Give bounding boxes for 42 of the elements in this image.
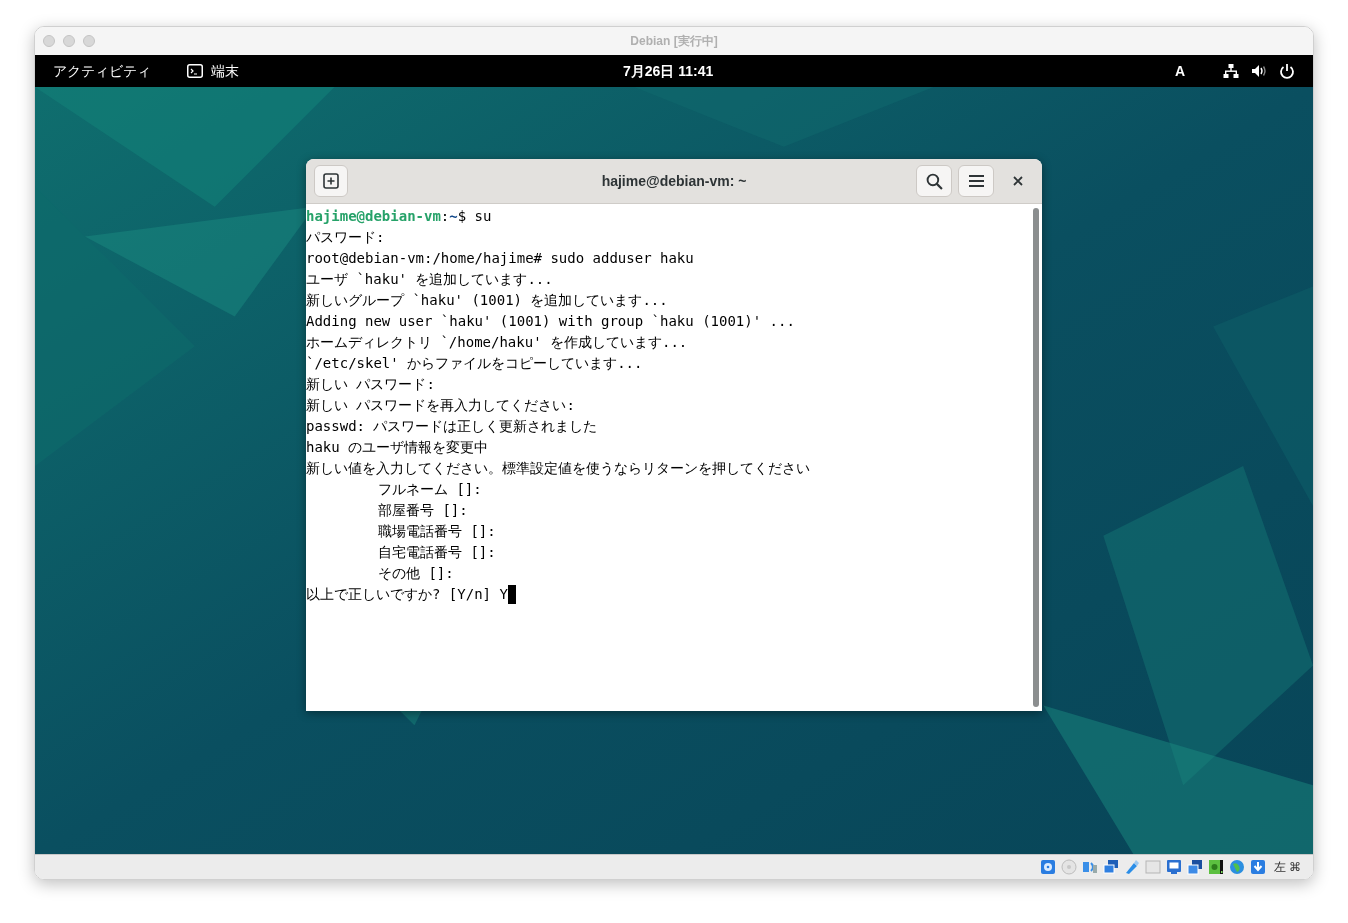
- download-icon[interactable]: [1249, 859, 1266, 875]
- menu-icon: [968, 175, 984, 187]
- search-icon: [925, 172, 943, 190]
- terminal-line: `/etc/skel' からファイルをコピーしています...: [306, 354, 644, 373]
- terminal-line: ホームディレクトリ `/home/haku' を作成しています...: [306, 333, 689, 352]
- terminal-line: パスワード:: [306, 228, 386, 247]
- power-icon[interactable]: [1279, 63, 1295, 79]
- prompt-line: hajime@debian-vm:~$ su: [306, 207, 493, 226]
- activities-button[interactable]: アクティビティ: [53, 60, 151, 82]
- clock[interactable]: 7月26日 11:41: [623, 60, 714, 82]
- terminal-line: ユーザ `haku' を追加しています...: [306, 270, 554, 289]
- volume-icon[interactable]: [1251, 63, 1267, 79]
- terminal-line: haku のユーザ情報を変更中: [306, 438, 490, 457]
- recording-icon[interactable]: [1207, 859, 1224, 875]
- terminal-line: 部屋番号 []:: [377, 501, 469, 520]
- menu-button[interactable]: [958, 165, 994, 197]
- scrollbar[interactable]: [1030, 204, 1042, 711]
- search-button[interactable]: [916, 165, 952, 197]
- terminal-line: その他 []:: [377, 564, 455, 583]
- screens-icon[interactable]: [1186, 859, 1203, 875]
- usb-stick-icon[interactable]: [1123, 859, 1140, 875]
- host-key-label: 左 ⌘: [1273, 859, 1301, 876]
- close-icon: [1013, 176, 1023, 186]
- terminal-line: 新しいグループ `haku' (1001) を追加しています...: [306, 291, 669, 310]
- terminal-line: フルネーム []:: [377, 480, 483, 499]
- terminal-line: 新しい パスワードを再入力してください:: [306, 396, 576, 415]
- terminal-line: root@debian-vm:/home/hajime# sudo adduser haku: [306, 249, 695, 268]
- terminal-line: 新しい値を入力してください。標準設定値を使うならリターンを押してください: [306, 459, 811, 478]
- terminal-icon: [187, 64, 203, 78]
- terminal-title: hajime@debian-vm: ~: [601, 171, 747, 191]
- terminal-line: 新しい パスワード:: [306, 375, 436, 394]
- terminal-line: 以上で正しいですか? [Y/n] Y: [306, 584, 1030, 605]
- window-title: Debian [実行中]: [630, 33, 718, 50]
- terminal-line: Adding new user `haku' (1001) with group `haku (1001)' ...: [306, 312, 796, 331]
- input-method-indicator[interactable]: A: [1174, 60, 1185, 82]
- display-icon[interactable]: [1165, 859, 1182, 875]
- terminal-line: 職場電話番号 []:: [377, 522, 497, 541]
- terminal-line: 自宅電話番号 []:: [377, 543, 497, 562]
- plus-icon: [323, 173, 339, 189]
- new-tab-button[interactable]: [314, 165, 348, 197]
- app-menu[interactable]: 端末: [211, 60, 239, 82]
- terminal-line: passwd: パスワードは正しく更新されました: [306, 417, 599, 436]
